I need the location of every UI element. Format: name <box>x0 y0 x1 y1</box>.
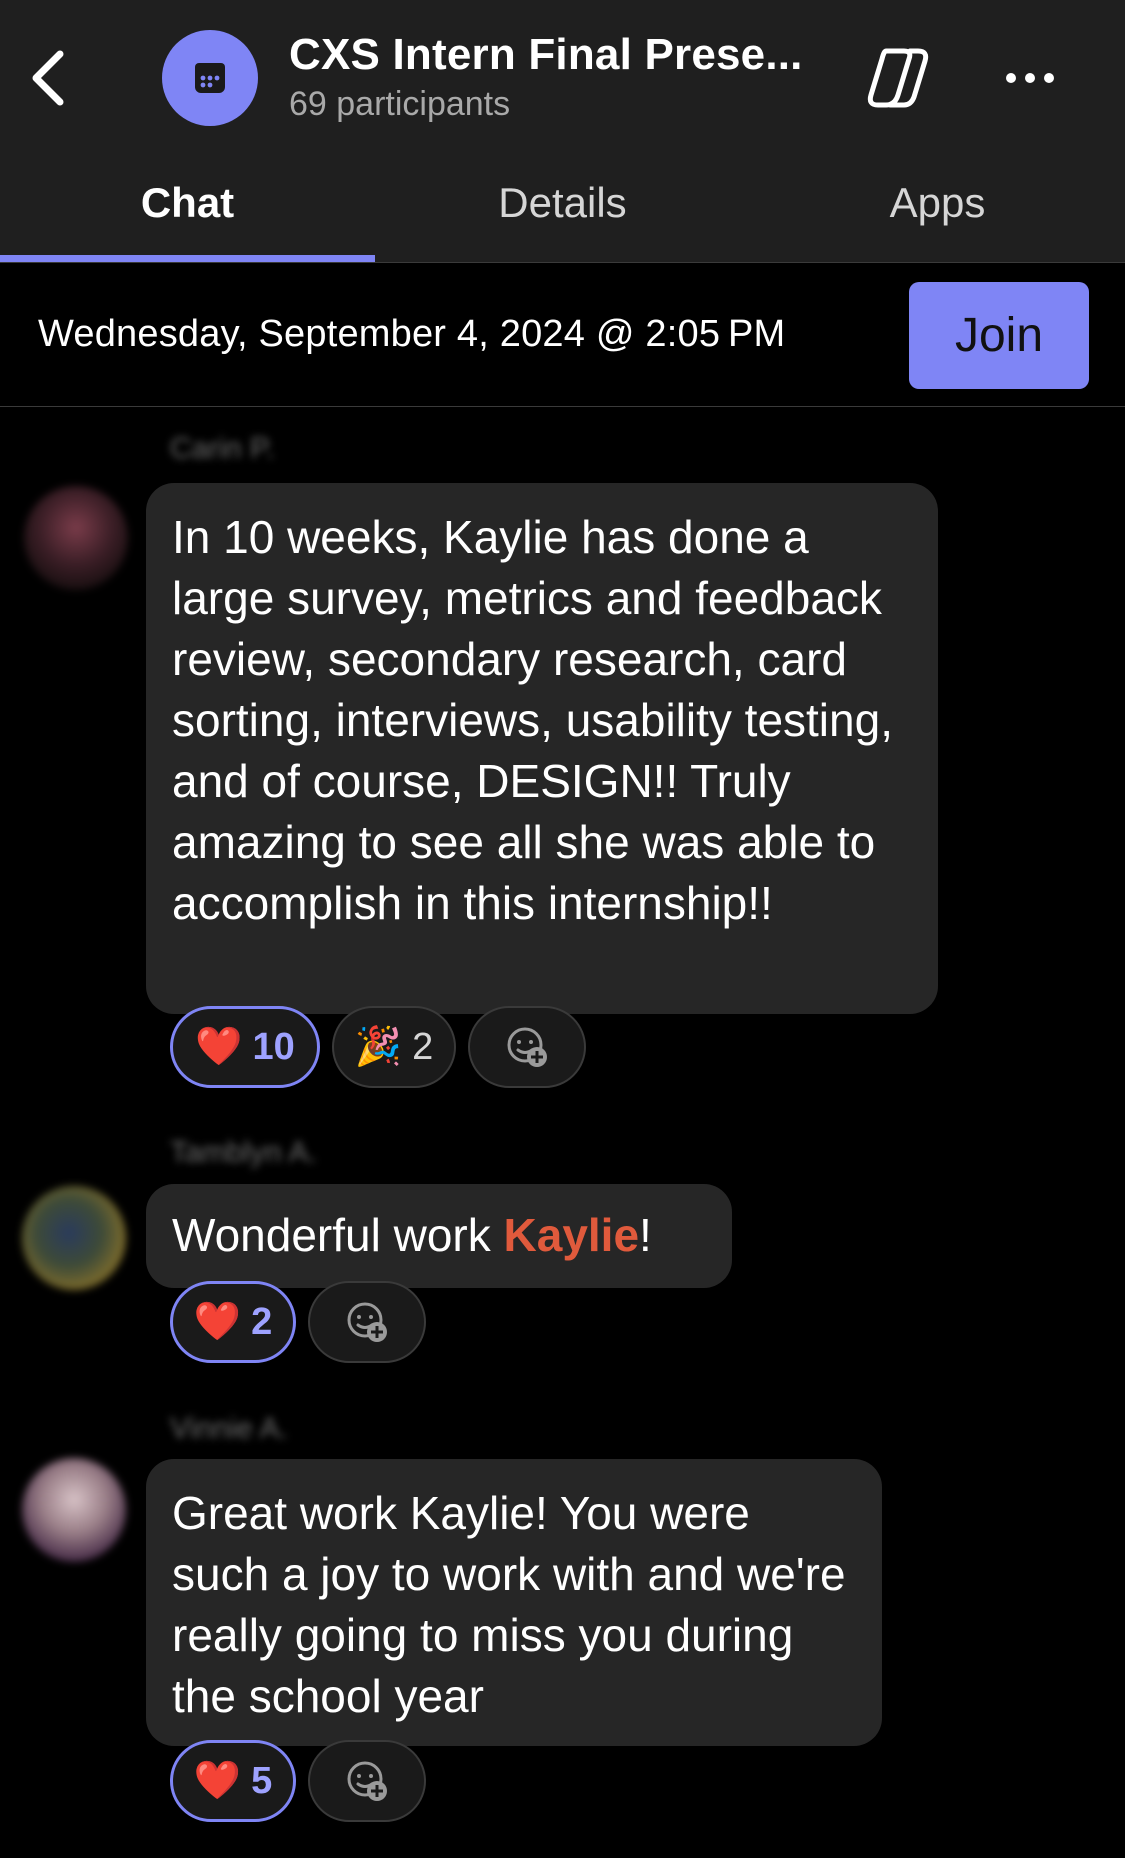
reaction-count: 2 <box>412 1025 434 1068</box>
participants-count: 69 participants <box>289 85 511 123</box>
reaction-party[interactable]: 🎉 2 <box>332 1006 456 1088</box>
back-button[interactable] <box>18 38 78 118</box>
sender-name: Carin P. <box>170 432 275 465</box>
avatar[interactable] <box>22 1458 126 1562</box>
join-button[interactable]: Join <box>909 282 1089 389</box>
reaction-heart[interactable]: ❤️ 10 <box>170 1006 320 1088</box>
chat-screen: CXS Intern Final Prese... 69 participant… <box>0 0 1125 1858</box>
add-reaction-button[interactable] <box>468 1006 586 1088</box>
message-bubble[interactable]: In 10 weeks, Kaylie has done a large sur… <box>146 483 938 1014</box>
add-emoji-icon <box>347 1761 387 1801</box>
add-reaction-button[interactable] <box>308 1281 426 1363</box>
copilot-button[interactable] <box>858 42 938 114</box>
reaction-count: 10 <box>252 1025 295 1068</box>
reaction-heart[interactable]: ❤️ 2 <box>170 1281 296 1363</box>
avatar[interactable] <box>24 486 128 590</box>
message-bubble[interactable]: Wonderful work Kaylie! <box>146 1184 732 1288</box>
heart-icon: ❤️ <box>193 1301 242 1343</box>
chevron-left-icon <box>32 50 64 106</box>
reaction-count: 2 <box>251 1300 273 1343</box>
chat-header: CXS Intern Final Prese... 69 participant… <box>0 0 1125 263</box>
chat-title: CXS Intern Final Prese... <box>289 30 803 79</box>
reactions-row: ❤️ 10 🎉 2 <box>170 1006 586 1088</box>
sender-name: Tamblyn A. <box>170 1136 317 1169</box>
add-reaction-button[interactable] <box>308 1740 426 1822</box>
reactions-row: ❤️ 2 <box>170 1281 426 1363</box>
ellipsis-icon <box>1006 73 1054 83</box>
heart-icon: ❤️ <box>195 1026 243 1068</box>
meeting-bar: Wednesday, September 4, 2024 @ 2:05 PM J… <box>0 263 1125 407</box>
tab-details[interactable]: Details <box>375 160 750 263</box>
message-bubble[interactable]: Great work Kaylie! You were such a joy t… <box>146 1459 882 1746</box>
add-emoji-icon <box>347 1302 387 1342</box>
message-text: Wonderful work <box>172 1209 504 1261</box>
divider <box>0 406 1125 407</box>
heart-icon: ❤️ <box>193 1760 242 1802</box>
party-popper-icon: 🎉 <box>354 1026 403 1068</box>
reaction-count: 5 <box>251 1759 273 1802</box>
avatar[interactable] <box>22 1186 126 1290</box>
message-text: ! <box>639 1209 652 1261</box>
tab-apps[interactable]: Apps <box>750 160 1125 263</box>
mention[interactable]: Kaylie <box>504 1209 640 1261</box>
tab-bar: Chat Details Apps <box>0 160 1125 263</box>
calendar-icon <box>195 63 225 93</box>
add-emoji-icon <box>507 1027 547 1067</box>
reaction-heart[interactable]: ❤️ 5 <box>170 1740 296 1822</box>
meeting-avatar[interactable] <box>162 30 258 126</box>
reactions-row: ❤️ 5 <box>170 1740 426 1822</box>
copilot-icon <box>867 48 929 108</box>
title-block[interactable]: CXS Intern Final Prese... 69 participant… <box>289 28 809 124</box>
tab-chat[interactable]: Chat <box>0 160 375 263</box>
meeting-datetime: Wednesday, September 4, 2024 @ 2:05 PM <box>38 313 786 355</box>
sender-name: Vinnie A. <box>170 1412 288 1445</box>
more-options-button[interactable] <box>990 48 1070 108</box>
